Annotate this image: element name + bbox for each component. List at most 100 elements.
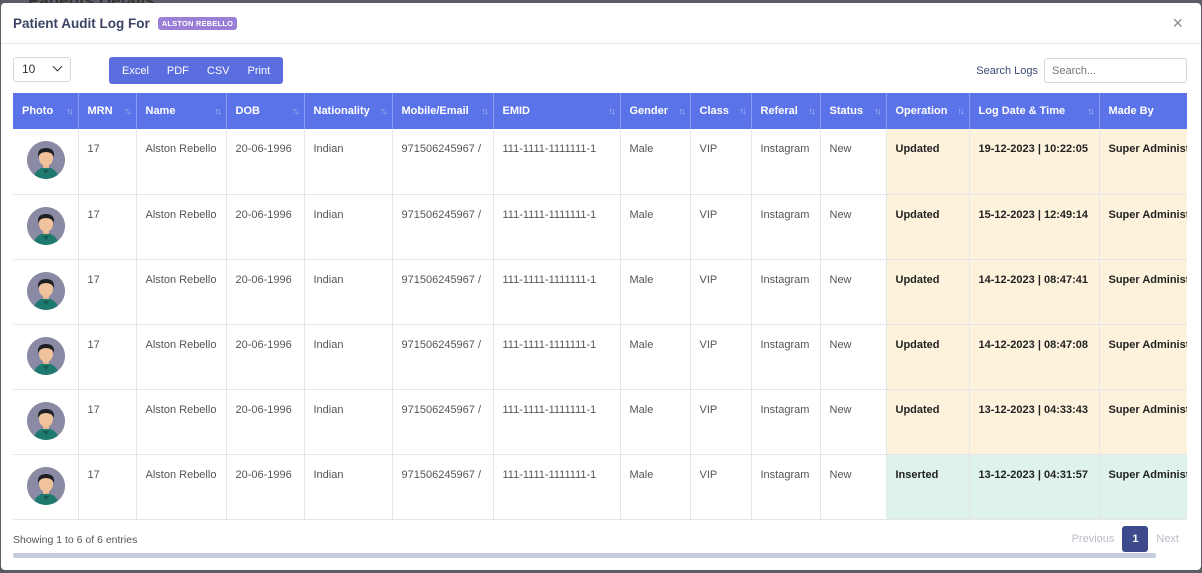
page-1-button[interactable]: 1: [1122, 526, 1149, 552]
pdf-button[interactable]: PDF: [158, 65, 198, 77]
avatar-icon: [27, 336, 65, 375]
log-cell: 15-12-2023 | 12:49:14: [969, 194, 1100, 260]
nationality-cell: Indian: [304, 389, 393, 455]
previous-page-button[interactable]: Previous: [1064, 533, 1123, 545]
column-header-photo[interactable]: Photo ↑↓: [13, 93, 79, 129]
horizontal-scrollbar[interactable]: [13, 553, 1156, 558]
mobile-cell: 971506245967 /: [392, 259, 494, 325]
column-header-log-date-time[interactable]: Log Date & Time ↑↓: [969, 93, 1100, 129]
class-cell: VIP: [690, 389, 752, 455]
audit-log-table: Photo ↑↓ MRN ↑↓ Name ↑↓ DOB ↑↓ Nationality ↑↓ Mobi…: [13, 93, 1187, 520]
pagination: Previous 1 Next: [1064, 526, 1187, 552]
referal-cell: Instagram: [751, 259, 821, 325]
sort-icon[interactable]: ↑↓: [293, 106, 300, 116]
avatar-icon: [27, 401, 65, 440]
print-button[interactable]: Print: [239, 65, 280, 77]
referal-cell: Instagram: [751, 324, 821, 390]
column-header-referal[interactable]: Referal ↑↓: [751, 93, 821, 129]
class-cell: VIP: [690, 194, 752, 260]
table-row: 17 Alston Rebello 20-06-1996 Indian 97150624…: [13, 324, 1187, 390]
status-cell: New: [820, 194, 887, 260]
emid-cell: 111-1111-1111111-1: [493, 324, 621, 390]
sort-icon[interactable]: ↑↓: [609, 106, 616, 116]
column-header-made-by[interactable]: Made By: [1099, 93, 1187, 129]
name-cell: Alston Rebello: [136, 454, 227, 520]
photo-cell: [13, 324, 79, 390]
name-cell: Alston Rebello: [136, 129, 227, 195]
page-length-select[interactable]: 10: [13, 57, 71, 82]
avatar-icon: [27, 206, 65, 245]
column-header-label: Referal: [760, 105, 798, 117]
mrn-cell: 17: [78, 129, 137, 195]
log-cell: 14-12-2023 | 08:47:08: [969, 324, 1100, 390]
audit-table-wrapper[interactable]: Photo ↑↓ MRN ↑↓ Name ↑↓ DOB ↑↓ Nationality ↑↓ Mobi…: [13, 93, 1187, 520]
sort-icon[interactable]: ↑↓: [215, 106, 222, 116]
avatar-icon: [27, 466, 65, 505]
referal-cell: Instagram: [751, 194, 821, 260]
column-header-nationality[interactable]: Nationality ↑↓: [304, 93, 393, 129]
column-header-name[interactable]: Name ↑↓: [136, 93, 227, 129]
column-header-label: Status: [829, 105, 864, 117]
sort-icon[interactable]: ↑↓: [809, 106, 816, 116]
column-header-label: Photo: [22, 105, 54, 117]
search-input[interactable]: [1044, 58, 1187, 83]
mobile-cell: 971506245967 /: [392, 194, 494, 260]
made-by-cell: Super Administrator: [1099, 454, 1187, 520]
status-cell: New: [820, 324, 887, 390]
excel-button[interactable]: Excel: [113, 65, 158, 77]
made-by-cell: Super Administrator: [1099, 194, 1187, 260]
mrn-cell: 17: [78, 324, 137, 390]
sort-icon[interactable]: ↑↓: [740, 106, 747, 116]
status-cell: New: [820, 454, 887, 520]
column-header-label: Made By: [1108, 105, 1154, 117]
photo-cell: [13, 194, 79, 260]
column-header-mrn[interactable]: MRN ↑↓: [78, 93, 137, 129]
gender-cell: Male: [620, 454, 691, 520]
column-header-label: DOB: [235, 105, 260, 117]
sort-icon[interactable]: ↑↓: [381, 106, 388, 116]
mobile-cell: 971506245967 /: [392, 129, 494, 195]
referal-cell: Instagram: [751, 129, 821, 195]
column-header-emid[interactable]: EMID ↑↓: [493, 93, 621, 129]
sort-icon[interactable]: ↑↓: [958, 106, 965, 116]
avatar-icon: [27, 141, 65, 179]
column-header-class[interactable]: Class ↑↓: [690, 93, 752, 129]
mrn-cell: 17: [78, 259, 137, 325]
gender-cell: Male: [620, 389, 691, 455]
nationality-cell: Indian: [304, 194, 393, 260]
nationality-cell: Indian: [304, 129, 393, 195]
gender-cell: Male: [620, 259, 691, 325]
nationality-cell: Indian: [304, 259, 393, 325]
sort-icon[interactable]: ↑↓: [1088, 106, 1095, 116]
sort-icon[interactable]: ↑↓: [482, 106, 489, 116]
made-by-cell: Super Administrator: [1099, 259, 1187, 325]
table-row: 17 Alston Rebello 20-06-1996 Indian 97150624…: [13, 194, 1187, 260]
modal-title: Patient Audit Log For: [13, 15, 150, 31]
sort-icon[interactable]: ↑↓: [125, 106, 132, 116]
table-body: 17 Alston Rebello 20-06-1996 Indian 97150624…: [13, 129, 1187, 520]
next-page-button[interactable]: Next: [1148, 533, 1187, 545]
column-header-status[interactable]: Status ↑↓: [820, 93, 887, 129]
column-header-operation[interactable]: Operation ↑↓: [886, 93, 970, 129]
dob-cell: 20-06-1996: [226, 259, 305, 325]
close-icon[interactable]: ×: [1172, 14, 1183, 32]
dob-cell: 20-06-1996: [226, 389, 305, 455]
name-cell: Alston Rebello: [136, 324, 227, 390]
log-cell: 14-12-2023 | 08:47:41: [969, 259, 1100, 325]
column-header-mobile-email[interactable]: Mobile/Email ↑↓: [392, 93, 494, 129]
sort-icon[interactable]: ↑↓: [875, 106, 882, 116]
modal-header: Patient Audit Log For ALSTON REBELLO ×: [1, 3, 1201, 44]
table-toolbar: 10 Excel PDF CSV Print Search Logs: [1, 44, 1201, 90]
mobile-cell: 971506245967 /: [392, 324, 494, 390]
column-header-label: Mobile/Email: [401, 105, 469, 117]
status-cell: New: [820, 129, 887, 195]
sort-icon[interactable]: ↑↓: [679, 106, 686, 116]
column-header-label: Class: [699, 105, 729, 117]
sort-icon[interactable]: ↑↓: [67, 106, 74, 116]
column-header-gender[interactable]: Gender ↑↓: [620, 93, 691, 129]
log-cell: 19-12-2023 | 10:22:05: [969, 129, 1100, 195]
column-header-dob[interactable]: DOB ↑↓: [226, 93, 305, 129]
referal-cell: Instagram: [751, 389, 821, 455]
csv-button[interactable]: CSV: [198, 65, 239, 77]
entries-info: Showing 1 to 6 of 6 entries: [13, 534, 138, 546]
